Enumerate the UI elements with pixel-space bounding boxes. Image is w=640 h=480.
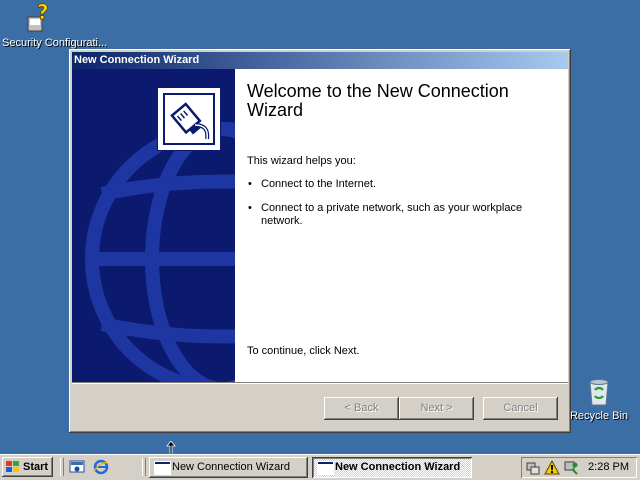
- taskbar-clock[interactable]: 2:28 PM: [588, 457, 629, 478]
- back-button[interactable]: < Back: [324, 397, 399, 420]
- new-connection-wizard-window: New Connection Wizard Welcome to the New…: [69, 49, 571, 433]
- recycle-bin-icon: [583, 376, 615, 408]
- show-desktop-icon[interactable]: [69, 459, 85, 475]
- taskbar: Start New Connection Wizard New Connecti…: [0, 454, 640, 480]
- internet-explorer-icon[interactable]: [93, 459, 109, 475]
- wizard-main-panel: Welcome to the New Connection Wizard Thi…: [247, 69, 560, 382]
- start-button[interactable]: Start: [2, 457, 53, 477]
- wizard-content-area: Welcome to the New Connection Wizard Thi…: [72, 69, 568, 382]
- svg-text:?: ?: [37, 3, 49, 24]
- desktop-icon-security-configuration[interactable]: ? Security Configurati...: [2, 0, 108, 49]
- warning-tray-icon[interactable]: [544, 460, 560, 476]
- next-button[interactable]: Next >: [399, 397, 474, 420]
- connection-tray-icon[interactable]: [563, 460, 579, 476]
- wizard-bullet-list: Connect to the Internet. Connect to a pr…: [247, 178, 547, 239]
- windows-flag-icon: [6, 461, 19, 472]
- window-icon: [154, 461, 171, 475]
- button-area-divider: [72, 382, 568, 384]
- network-cable-icon: [170, 102, 210, 140]
- taskbar-button-new-connection-wizard[interactable]: New Connection Wizard: [149, 457, 308, 478]
- desktop-icon-recycle-bin[interactable]: Recycle Bin: [563, 376, 635, 422]
- start-label: Start: [23, 461, 49, 473]
- list-item: Connect to the Internet.: [247, 178, 547, 191]
- window-title: New Connection Wizard: [74, 54, 200, 66]
- taskbar-button-label: New Connection Wizard: [335, 461, 461, 473]
- taskbar-grip[interactable]: [142, 458, 146, 476]
- desktop-icon-label: Recycle Bin: [569, 410, 629, 422]
- taskbar-button-label: New Connection Wizard: [172, 461, 290, 473]
- network-connection-logo: [158, 88, 220, 150]
- continue-instruction: To continue, click Next.: [247, 345, 360, 357]
- window-icon: [317, 461, 334, 475]
- taskbar-grip[interactable]: [60, 458, 64, 476]
- window-title-bar[interactable]: New Connection Wizard: [72, 52, 568, 69]
- desktop-icon-label: Security Configurati...: [2, 37, 108, 49]
- wizard-heading: Welcome to the New Connection Wizard: [247, 81, 509, 120]
- wizard-side-banner: [72, 69, 235, 382]
- cancel-button[interactable]: Cancel: [483, 397, 558, 420]
- system-tray: 2:28 PM: [521, 457, 637, 478]
- network-tray-icon[interactable]: [525, 460, 541, 476]
- taskbar-button-new-connection-wizard-active[interactable]: New Connection Wizard: [312, 457, 472, 478]
- list-item: Connect to a private network, such as yo…: [247, 202, 547, 228]
- security-configuration-icon: ?: [22, 0, 54, 35]
- wizard-intro-text: This wizard helps you:: [247, 155, 356, 167]
